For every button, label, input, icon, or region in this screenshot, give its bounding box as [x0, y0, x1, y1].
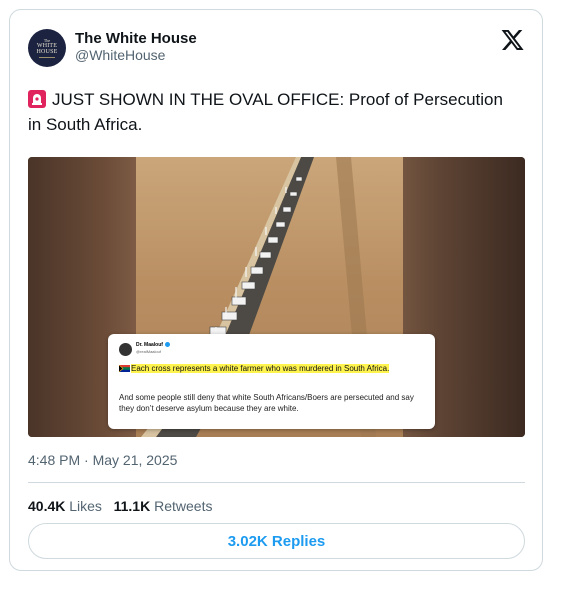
tweet-text: JUST SHOWN IN THE OVAL OFFICE: Proof of … — [28, 87, 518, 137]
engagement-stats: 40.4K Likes 11.1K Retweets — [28, 498, 212, 514]
south-africa-flag-icon — [119, 365, 130, 372]
likes-stat[interactable]: 40.4K Likes — [28, 498, 102, 514]
tweet-timestamp[interactable]: 4:48 PM · May 21, 2025 — [28, 452, 177, 468]
replies-button[interactable]: 3.02K Replies — [28, 523, 525, 559]
embedded-post-highlight: Each cross represents a white farmer who… — [119, 363, 419, 375]
account-name[interactable]: The White House — [75, 30, 197, 47]
retweets-label: Retweets — [154, 498, 213, 514]
avatar[interactable]: The WHITE HOUSE — [28, 29, 66, 67]
avatar-rule — [39, 56, 55, 58]
x-logo-icon[interactable] — [500, 28, 524, 52]
verified-badge-icon — [164, 342, 170, 348]
retweets-stat[interactable]: 11.1K Retweets — [114, 498, 213, 514]
avatar-text-line: HOUSE — [36, 48, 58, 55]
account-handle[interactable]: @WhiteHouse — [75, 47, 165, 63]
retweets-count: 11.1K — [113, 498, 151, 514]
embedded-post-handle: @realMaalouf — [136, 349, 161, 354]
likes-count: 40.4K — [28, 498, 66, 514]
embedded-post-highlight-text: Each cross represents a white farmer who… — [131, 364, 390, 373]
embedded-post-author: Dr. Maalouf — [136, 342, 170, 348]
divider — [28, 482, 525, 483]
tweet-card: The WHITE HOUSE The White House @WhiteHo… — [9, 9, 543, 571]
rotating-light-icon — [28, 90, 46, 108]
likes-label: Likes — [69, 498, 102, 514]
embedded-post-author-name: Dr. Maalouf — [136, 342, 163, 348]
embedded-post-card: Dr. Maalouf @realMaalouf Each cross repr… — [108, 334, 435, 429]
media-video[interactable]: Dr. Maalouf @realMaalouf Each cross repr… — [28, 157, 525, 437]
embedded-post-body: And some people still deny that white So… — [119, 393, 414, 413]
tweet-text-content: JUST SHOWN IN THE OVAL OFFICE: Proof of … — [28, 90, 503, 134]
embedded-post-avatar — [119, 343, 132, 356]
